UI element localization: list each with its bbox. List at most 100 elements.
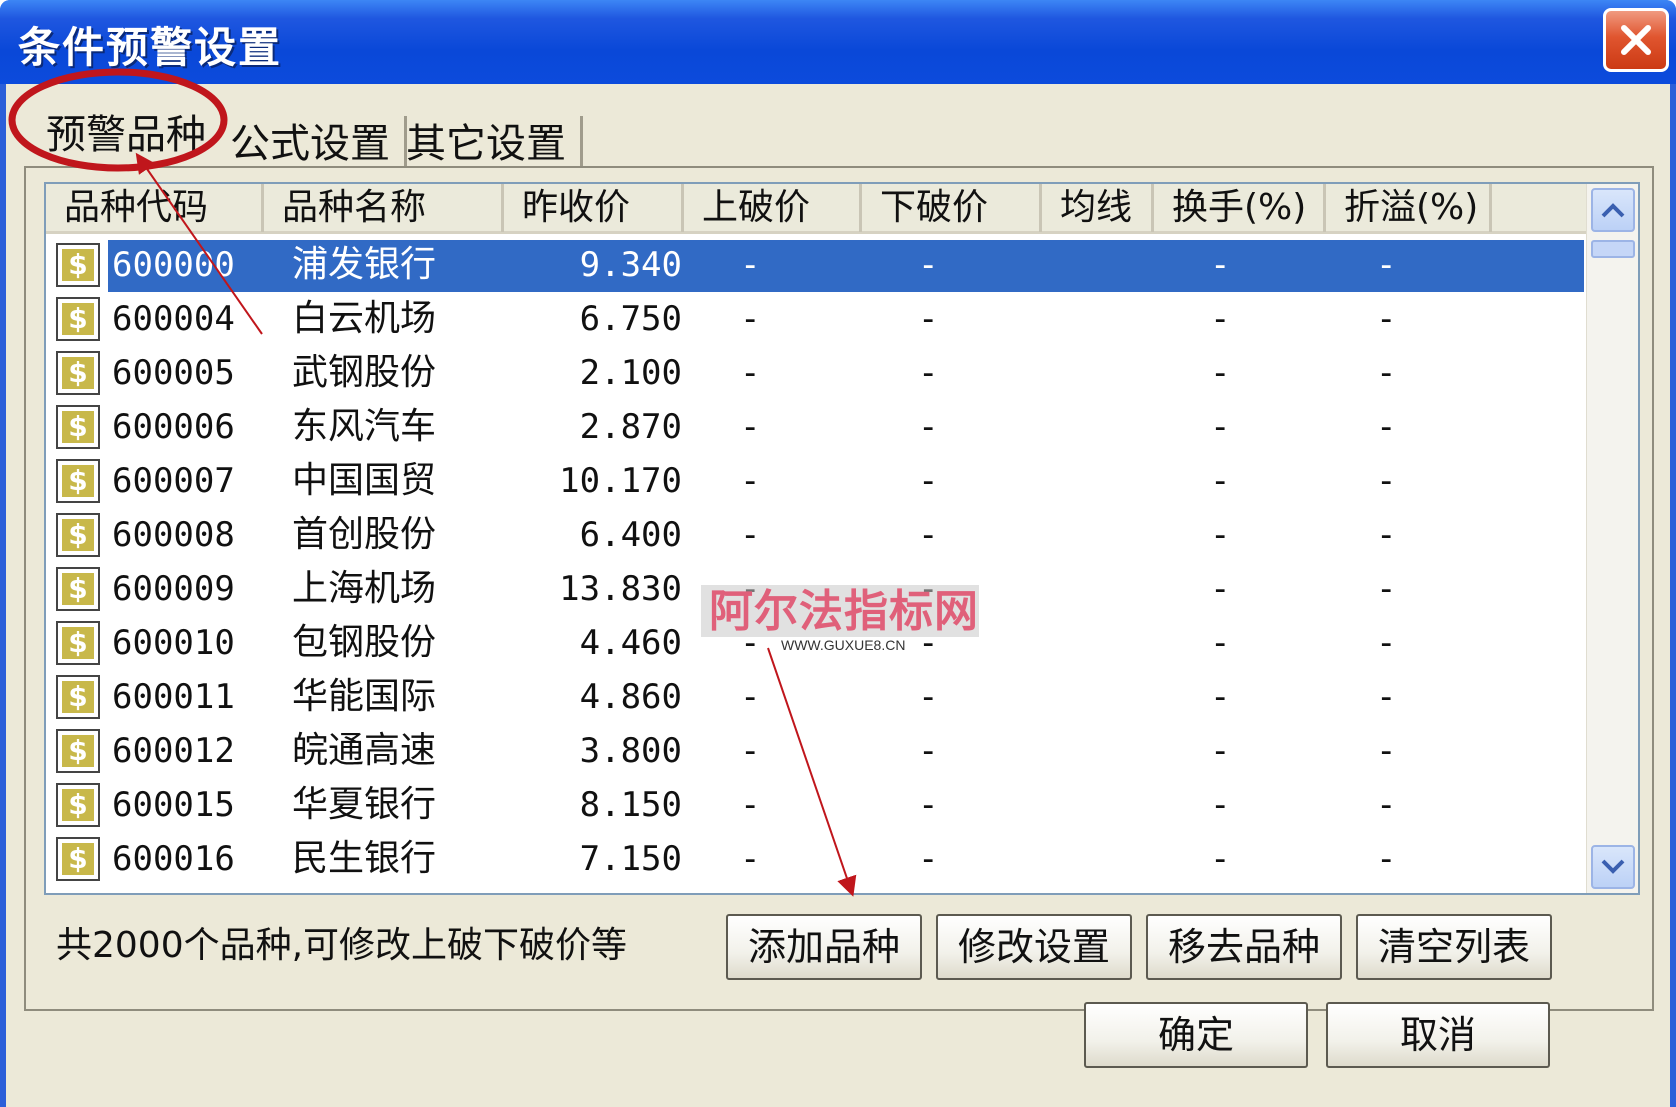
dollar-icon: $	[56, 513, 100, 557]
cell-up-break: -	[740, 245, 761, 285]
remove-symbol-button[interactable]: 移去品种	[1146, 914, 1342, 980]
clear-list-button[interactable]: 清空列表	[1356, 914, 1552, 980]
cell-turnover: -	[1210, 677, 1231, 717]
cell-premium: -	[1376, 245, 1397, 285]
close-button[interactable]	[1603, 8, 1669, 72]
cell-premium: -	[1376, 461, 1397, 501]
column-header-down-break[interactable]: 下破价	[862, 184, 1042, 232]
column-header-code[interactable]: 品种代码	[46, 184, 264, 232]
scroll-up-button[interactable]	[1591, 188, 1635, 232]
cell-turnover: -	[1210, 569, 1231, 609]
column-header-name[interactable]: 品种名称	[264, 184, 504, 232]
cell-turnover: -	[1210, 461, 1231, 501]
dollar-icon: $	[56, 783, 100, 827]
cell-down-break: -	[918, 839, 939, 879]
cell-code: 600004	[112, 299, 235, 339]
cell-name: 皖通高速	[292, 730, 437, 771]
cell-turnover: -	[1210, 731, 1231, 771]
cell-code: 600012	[112, 731, 235, 771]
column-header-prev-close[interactable]: 昨收价	[504, 184, 684, 232]
tab-formula-settings[interactable]: 公式设置	[216, 116, 407, 172]
table-row[interactable]: $600015 华夏银行 8.150 - - - -	[46, 778, 1586, 832]
cell-turnover: -	[1210, 623, 1231, 663]
table-row[interactable]: $600005 武钢股份 2.100 - - - -	[46, 346, 1586, 400]
cell-code: 600007	[112, 461, 235, 501]
dollar-icon: $	[56, 729, 100, 773]
cell-code: 600005	[112, 353, 235, 393]
cell-code: 600011	[112, 677, 235, 717]
chevron-down-icon	[1601, 859, 1625, 874]
table-row[interactable]: $600000 浦发银行 9.340 - - - -	[46, 238, 1586, 292]
dollar-icon: $	[56, 675, 100, 719]
column-header-up-break[interactable]: 上破价	[684, 184, 862, 232]
cell-premium: -	[1376, 569, 1397, 609]
cell-premium: -	[1376, 515, 1397, 555]
table-row[interactable]: $600006 东风汽车 2.870 - - - -	[46, 400, 1586, 454]
dollar-icon: $	[56, 243, 100, 287]
chevron-up-icon	[1601, 203, 1625, 218]
column-header-turnover[interactable]: 换手(%)	[1154, 184, 1326, 232]
dollar-icon: $	[56, 567, 100, 611]
dollar-icon: $	[56, 621, 100, 665]
scroll-down-button[interactable]	[1591, 845, 1635, 889]
cell-premium: -	[1376, 353, 1397, 393]
cell-prev-close: 4.860	[579, 677, 682, 717]
cell-up-break: -	[740, 515, 761, 555]
cell-up-break: -	[740, 461, 761, 501]
cell-up-break: -	[740, 839, 761, 879]
ok-button[interactable]: 确定	[1084, 1002, 1308, 1068]
dollar-icon: $	[56, 351, 100, 395]
cell-up-break: -	[740, 353, 761, 393]
cell-code: 600015	[112, 785, 235, 825]
cell-down-break: -	[918, 245, 939, 285]
table-row[interactable]: $600004 白云机场 6.750 - - - -	[46, 292, 1586, 346]
cell-down-break: -	[918, 353, 939, 393]
column-header-ma[interactable]: 均线	[1042, 184, 1154, 232]
cell-prev-close: 6.400	[579, 515, 682, 555]
dollar-icon: $	[56, 405, 100, 449]
vertical-scrollbar[interactable]	[1586, 184, 1638, 893]
cell-down-break: -	[918, 677, 939, 717]
modify-settings-button[interactable]: 修改设置	[936, 914, 1132, 980]
column-header-premium[interactable]: 折溢(%)	[1326, 184, 1492, 232]
cell-name: 白云机场	[292, 298, 437, 339]
cell-prev-close: 4.460	[579, 623, 682, 663]
title-bar[interactable]: 条件预警设置	[0, 0, 1676, 84]
cell-turnover: -	[1210, 407, 1231, 447]
cell-turnover: -	[1210, 839, 1231, 879]
table-row[interactable]: $600012 皖通高速 3.800 - - - -	[46, 724, 1586, 778]
table-row[interactable]: $600008 首创股份 6.400 - - - -	[46, 508, 1586, 562]
cell-prev-close: 10.170	[559, 461, 682, 501]
tab-alert-symbols[interactable]: 预警品种	[32, 102, 220, 174]
close-icon	[1621, 25, 1651, 55]
cell-premium: -	[1376, 299, 1397, 339]
status-text: 共2000个品种,可修改上破下破价等	[56, 925, 628, 966]
cell-turnover: -	[1210, 353, 1231, 393]
cell-prev-close: 8.150	[579, 785, 682, 825]
dollar-icon: $	[56, 837, 100, 881]
tab-other-settings[interactable]: 其它设置	[392, 116, 583, 172]
cell-prev-close: 7.150	[579, 839, 682, 879]
cell-down-break: -	[918, 731, 939, 771]
cell-premium: -	[1376, 407, 1397, 447]
table-row[interactable]: $600007 中国国贸 10.170 - - - -	[46, 454, 1586, 508]
cell-up-break: -	[740, 677, 761, 717]
cell-down-break: -	[918, 515, 939, 555]
cell-name: 浦发银行	[292, 244, 437, 285]
table-row[interactable]: $600016 民生银行 7.150 - - - -	[46, 832, 1586, 886]
watermark-url: WWW.GUXUE8.CN	[781, 637, 906, 653]
cell-code: 600006	[112, 407, 235, 447]
cell-name: 中国国贸	[292, 460, 437, 501]
cell-prev-close: 2.870	[579, 407, 682, 447]
cell-down-break: -	[918, 785, 939, 825]
cell-code: 600016	[112, 839, 235, 879]
cell-name: 首创股份	[292, 514, 437, 555]
cell-up-break: -	[740, 299, 761, 339]
cell-turnover: -	[1210, 515, 1231, 555]
scroll-thumb[interactable]	[1591, 240, 1635, 258]
add-symbol-button[interactable]: 添加品种	[726, 914, 922, 980]
cancel-button[interactable]: 取消	[1326, 1002, 1550, 1068]
cell-prev-close: 13.830	[559, 569, 682, 609]
symbol-list[interactable]: 品种代码 品种名称 昨收价 上破价 下破价 均线 换手(%) 折溢(%) $60…	[44, 182, 1640, 895]
table-row[interactable]: $600011 华能国际 4.860 - - - -	[46, 670, 1586, 724]
